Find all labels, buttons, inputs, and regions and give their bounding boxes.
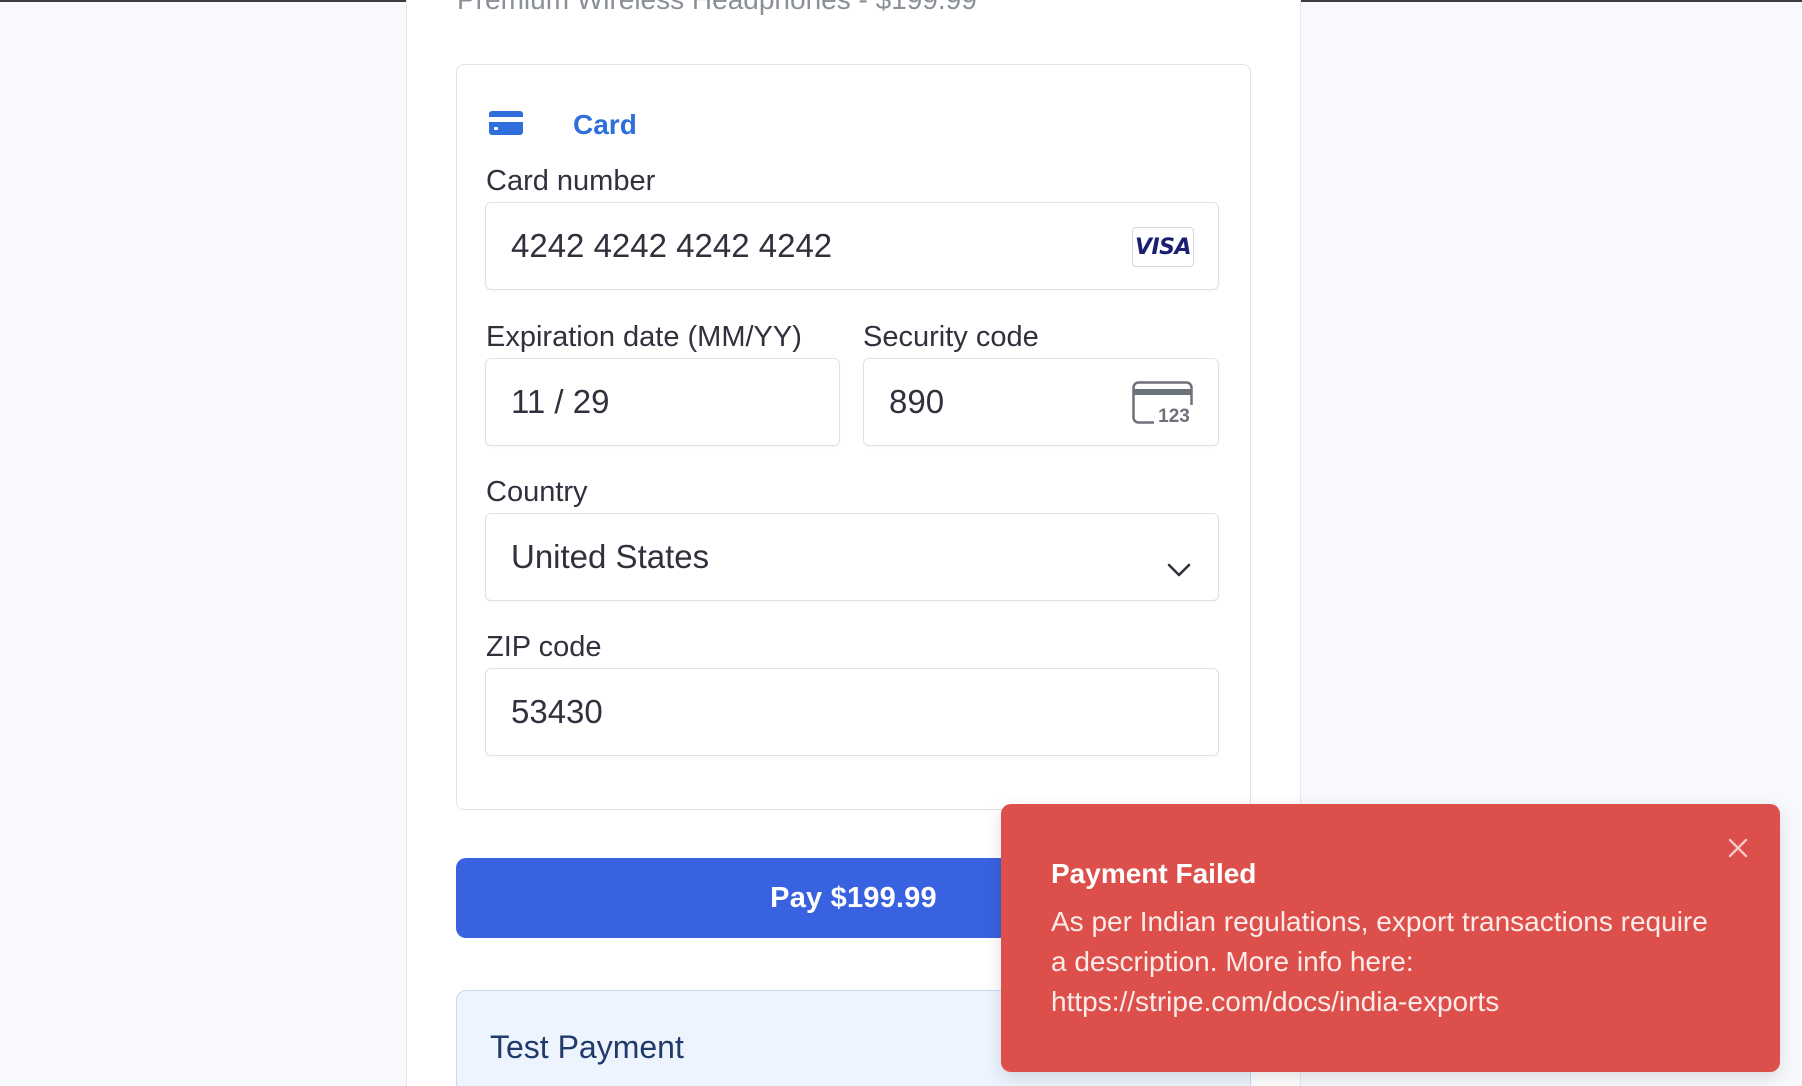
expiry-label: Expiration date (MM/YY) xyxy=(486,321,802,353)
country-select[interactable]: United States xyxy=(485,513,1219,601)
expiry-value: 11 / 29 xyxy=(511,383,610,420)
zip-label: ZIP code xyxy=(486,631,602,663)
product-summary: Premium Wireless Headphones - $199.99 xyxy=(457,0,977,16)
card-number-label: Card number xyxy=(486,165,656,197)
country-label: Country xyxy=(486,476,588,508)
payment-element: Card Card number 4242 4242 4242 4242 VIS… xyxy=(456,64,1251,810)
test-payment-title: Test Payment xyxy=(490,1029,684,1065)
security-code-label: Security code xyxy=(863,321,1039,353)
payment-failed-toast: Payment Failed As per Indian regulations… xyxy=(1001,804,1780,1072)
country-value: United States xyxy=(511,538,710,575)
toast-message: As per Indian regulations, export transa… xyxy=(1051,906,1708,1017)
credit-card-icon xyxy=(489,109,525,142)
card-number-value: 4242 4242 4242 4242 xyxy=(511,227,833,264)
expiry-input[interactable]: 11 / 29 xyxy=(485,358,840,446)
toast-title: Payment Failed xyxy=(1051,858,1257,889)
security-code-input[interactable]: 890 123 xyxy=(863,358,1219,446)
zip-value: 53430 xyxy=(511,693,603,730)
tab-card[interactable]: Card xyxy=(489,105,637,145)
svg-text:123: 123 xyxy=(1158,406,1190,425)
card-number-input[interactable]: 4242 4242 4242 4242 VISA xyxy=(485,202,1219,290)
tab-card-label: Card xyxy=(573,109,637,140)
visa-brand-icon: VISA xyxy=(1132,227,1194,267)
chevron-down-icon xyxy=(1166,548,1192,577)
cvc-card-icon: 123 xyxy=(1132,381,1194,427)
zip-input[interactable]: 53430 xyxy=(485,668,1219,756)
close-icon[interactable] xyxy=(1726,836,1750,860)
